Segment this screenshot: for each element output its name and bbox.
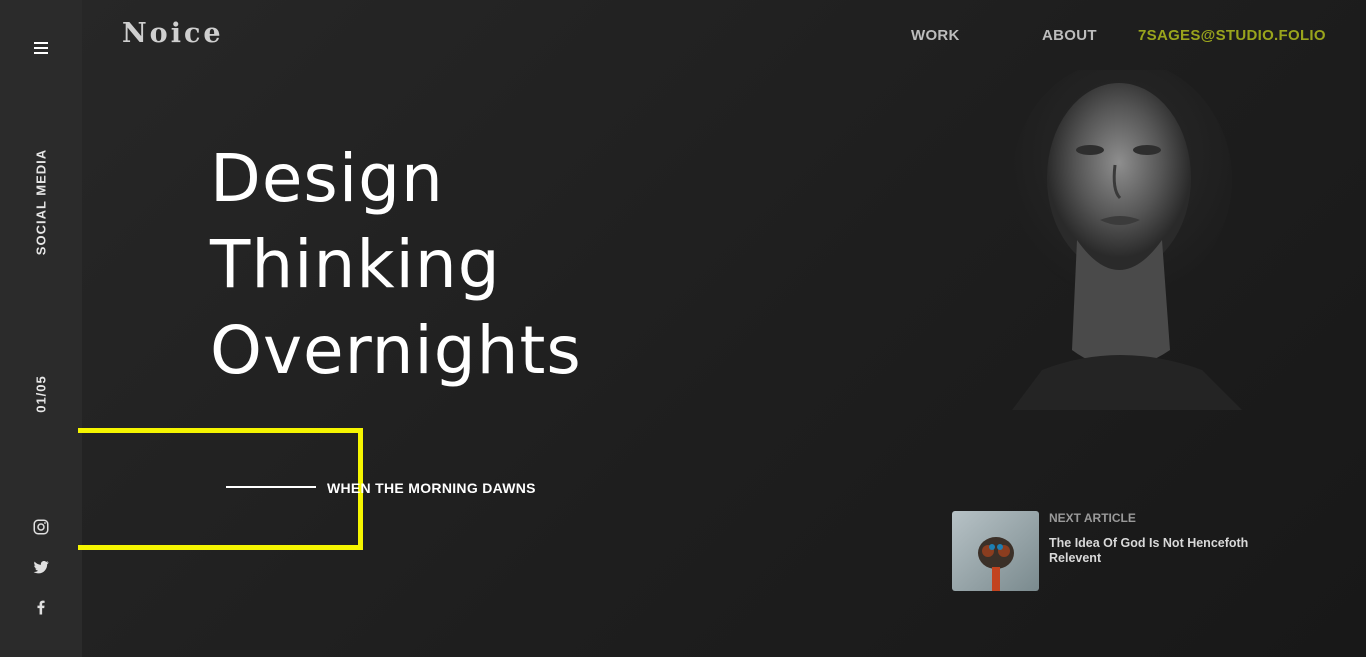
hero-title: Design Thinking Overnights bbox=[210, 136, 582, 394]
hero-title-line: Thinking bbox=[210, 226, 501, 303]
portrait-image bbox=[1012, 70, 1242, 410]
nav-work[interactable]: WORK bbox=[911, 27, 960, 44]
tagline-divider bbox=[226, 486, 316, 488]
next-article-title[interactable]: The Idea Of God Is Not Hencefoth Releven… bbox=[1049, 536, 1279, 566]
sidebar: SOCIAL MEDIA 01/05 bbox=[0, 0, 82, 657]
facebook-icon[interactable] bbox=[32, 598, 50, 616]
yellow-frame-decoration bbox=[78, 428, 363, 550]
main-content: Noice WORK ABOUT 7SAGES@STUDIO.FOLIO Des… bbox=[78, 0, 1366, 657]
next-article-thumbnail[interactable] bbox=[952, 511, 1039, 591]
slide-counter: 01/05 bbox=[33, 375, 49, 413]
hero-tagline: WHEN THE MORNING DAWNS bbox=[327, 480, 536, 496]
twitter-icon[interactable] bbox=[32, 558, 50, 576]
hero-title-line: Overnights bbox=[210, 312, 582, 389]
logo[interactable]: Noice bbox=[122, 18, 224, 49]
instagram-icon[interactable] bbox=[32, 518, 50, 536]
nav-about[interactable]: ABOUT bbox=[1042, 27, 1097, 44]
hero-title-line: Design bbox=[210, 140, 444, 217]
nav-email-link[interactable]: 7SAGES@STUDIO.FOLIO bbox=[1138, 27, 1326, 44]
hamburger-menu-icon[interactable] bbox=[34, 42, 48, 54]
next-article-label: NEXT ARTICLE bbox=[1049, 511, 1136, 525]
social-media-label: SOCIAL MEDIA bbox=[33, 148, 49, 256]
